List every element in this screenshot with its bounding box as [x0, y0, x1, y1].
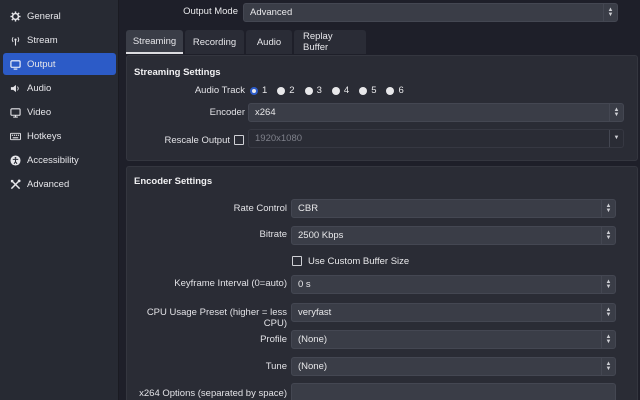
- tune-value: (None): [298, 361, 328, 372]
- sidebar-item-audio[interactable]: Audio: [3, 77, 116, 99]
- cpu-preset-value: veryfast: [298, 307, 332, 318]
- updown-arrows-icon: ▲ ▼: [601, 304, 615, 321]
- rescale-output-label: Rescale Output: [164, 135, 230, 146]
- sidebar-item-label: Audio: [27, 82, 52, 94]
- encoder-select[interactable]: x264 ▲ ▼: [248, 103, 624, 122]
- custom-buffer-label: Use Custom Buffer Size: [308, 256, 410, 267]
- cpu-preset-select[interactable]: veryfast ▲ ▼: [291, 303, 616, 322]
- settings-sidebar: General Stream Output Audio Video Hotkey…: [0, 0, 119, 400]
- rescale-output-checkbox[interactable]: [234, 135, 244, 145]
- sidebar-item-accessibility[interactable]: Accessibility: [3, 149, 116, 171]
- audio-track-label: Audio Track: [194, 85, 245, 96]
- output-mode-value: Advanced: [250, 7, 293, 18]
- profile-label: Profile: [260, 334, 287, 345]
- streaming-settings-title: Streaming Settings: [134, 67, 221, 78]
- sidebar-item-label: Hotkeys: [27, 130, 62, 142]
- tools-icon: [9, 178, 21, 190]
- bitrate-value: 2500 Kbps: [298, 230, 344, 241]
- output-mode-select[interactable]: Advanced ▲ ▼: [243, 3, 618, 22]
- tab-label: Recording: [192, 36, 237, 48]
- encoder-value: x264: [255, 107, 276, 118]
- sidebar-item-label: Output: [27, 58, 56, 70]
- audio-track-radio-5[interactable]: [359, 86, 368, 95]
- spinbox-arrows-icon: ▲ ▼: [601, 276, 615, 293]
- profile-select[interactable]: (None) ▲ ▼: [291, 330, 616, 349]
- encoder-settings-title: Encoder Settings: [134, 176, 213, 187]
- bitrate-spinbox[interactable]: 2500 Kbps ▲ ▼: [291, 226, 616, 245]
- spinbox-arrows-icon: ▲ ▼: [601, 227, 615, 244]
- keyframe-interval-label: Keyframe Interval (0=auto): [174, 278, 287, 289]
- sidebar-item-label: Accessibility: [27, 154, 79, 166]
- sidebar-item-advanced[interactable]: Advanced: [3, 173, 116, 195]
- output-tabs: Streaming Recording Audio Replay Buffer: [126, 30, 368, 54]
- antenna-icon: [9, 34, 21, 46]
- custom-buffer-checkbox[interactable]: [292, 256, 302, 266]
- tab-label: Audio: [256, 36, 282, 48]
- sidebar-item-general[interactable]: General: [3, 5, 116, 27]
- audio-track-label-1: 1: [262, 85, 268, 96]
- audio-track-label-4: 4: [343, 85, 350, 96]
- tab-replay-buffer[interactable]: Replay Buffer: [294, 30, 366, 54]
- sidebar-item-stream[interactable]: Stream: [3, 29, 116, 51]
- sidebar-item-hotkeys[interactable]: Hotkeys: [3, 125, 116, 147]
- tab-audio[interactable]: Audio: [246, 30, 292, 54]
- audio-track-radio-6[interactable]: [386, 86, 395, 95]
- tune-label: Tune: [265, 361, 287, 372]
- gear-icon: [9, 10, 21, 22]
- rate-control-label: Rate Control: [233, 203, 287, 214]
- tab-streaming[interactable]: Streaming: [126, 30, 183, 54]
- tab-recording[interactable]: Recording: [185, 30, 244, 54]
- sidebar-item-output[interactable]: Output: [3, 53, 116, 75]
- profile-value: (None): [298, 334, 328, 345]
- updown-arrows-icon: ▲ ▼: [601, 358, 615, 375]
- output-settings-panel: Output Mode Advanced ▲ ▼ Streaming Record…: [120, 0, 640, 400]
- audio-track-label-6: 6: [398, 85, 404, 96]
- updown-arrows-icon: ▲ ▼: [603, 4, 617, 21]
- tune-select[interactable]: (None) ▲ ▼: [291, 357, 616, 376]
- rescale-output-value: 1920x1080: [255, 133, 303, 144]
- audio-track-radio-1[interactable]: [250, 86, 258, 95]
- monitor-output-icon: [9, 58, 21, 70]
- audio-track-radio-4[interactable]: [331, 86, 340, 95]
- rate-control-value: CBR: [298, 203, 319, 214]
- audio-track-radio-2[interactable]: [277, 86, 286, 95]
- chevron-down-icon: ▼: [609, 130, 623, 147]
- sidebar-item-label: Video: [27, 106, 52, 118]
- tab-label: Replay Buffer: [303, 31, 333, 53]
- accessibility-icon: [9, 154, 21, 166]
- rescale-output-select[interactable]: 1920x1080 ▼: [248, 129, 624, 148]
- updown-arrows-icon: ▲ ▼: [601, 331, 615, 348]
- audio-track-label-2: 2: [289, 85, 295, 96]
- audio-track-label-5: 5: [371, 85, 377, 96]
- encoder-label: Encoder: [209, 107, 245, 118]
- output-mode-label: Output Mode: [183, 6, 238, 17]
- speaker-icon: [9, 82, 21, 94]
- keyframe-interval-spinbox[interactable]: 0 s ▲ ▼: [291, 275, 616, 294]
- display-icon: [9, 106, 21, 118]
- cpu-preset-label: CPU Usage Preset (higher = less CPU): [146, 307, 287, 329]
- sidebar-item-video[interactable]: Video: [3, 101, 116, 123]
- encoder-settings-group: Encoder Settings Rate Control CBR ▲ ▼ Bit…: [126, 166, 638, 400]
- updown-arrows-icon: ▲ ▼: [609, 104, 623, 121]
- sidebar-item-label: Advanced: [27, 178, 70, 190]
- sidebar-item-label: General: [27, 10, 61, 22]
- audio-track-radios: 1 2 3 4 5 6: [250, 85, 414, 96]
- streaming-settings-group: Streaming Settings Audio Track 1 2 3 4 5…: [126, 55, 638, 161]
- x264-options-input[interactable]: [291, 383, 616, 400]
- keyframe-interval-value: 0 s: [298, 279, 311, 290]
- x264-options-label: x264 Options (separated by space): [139, 388, 287, 399]
- keyboard-icon: [9, 130, 21, 142]
- rate-control-select[interactable]: CBR ▲ ▼: [291, 199, 616, 218]
- sidebar-item-label: Stream: [27, 34, 58, 46]
- updown-arrows-icon: ▲ ▼: [601, 200, 615, 217]
- tab-label: Streaming: [132, 35, 177, 47]
- audio-track-radio-3[interactable]: [304, 86, 313, 95]
- audio-track-label-3: 3: [316, 85, 322, 96]
- bitrate-label: Bitrate: [259, 229, 287, 240]
